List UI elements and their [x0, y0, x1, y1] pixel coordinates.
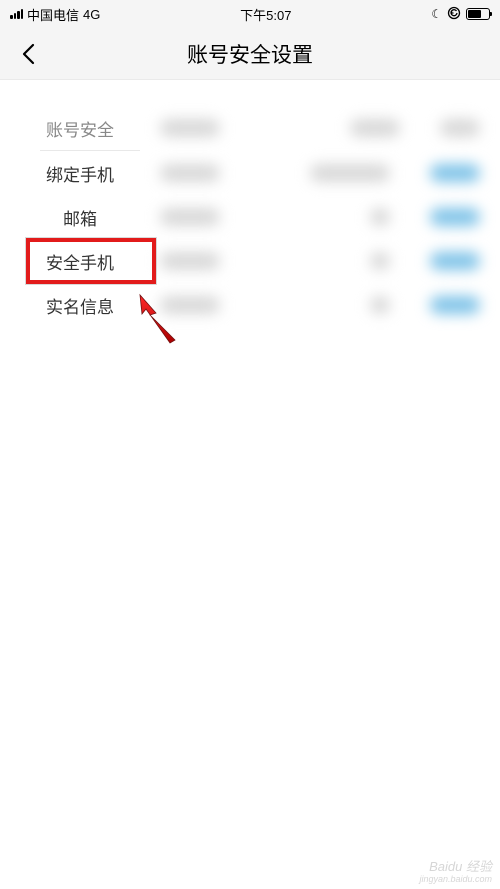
status-right: ☾ [431, 6, 490, 23]
page-title: 账号安全设置 [0, 39, 500, 69]
back-button[interactable] [8, 34, 48, 74]
watermark: Baidu 经验 jingyan.baidu.com [419, 859, 492, 885]
row-email[interactable]: 邮箱 [0, 195, 500, 239]
row-realname[interactable]: 实名信息 [0, 283, 500, 327]
nav-bar: 账号安全设置 [0, 28, 500, 80]
row-label: 账号安全 [0, 116, 160, 141]
rotation-lock-icon [447, 6, 461, 23]
watermark-main: Baidu 经验 [429, 859, 492, 874]
row-label: 安全手机 [0, 249, 160, 274]
status-time: 下午5:07 [240, 5, 291, 24]
signal-icon [10, 9, 23, 19]
row-value-blurred [160, 296, 500, 314]
row-value-blurred [160, 252, 500, 270]
settings-list: 账号安全 绑定手机 邮箱 安全手机 实名信息 [0, 80, 500, 327]
status-bar: 中国电信 4G 下午5:07 ☾ [0, 0, 500, 28]
row-label: 邮箱 [0, 205, 160, 230]
row-value-blurred [160, 119, 500, 137]
network-label: 4G [83, 7, 100, 22]
chevron-left-icon [21, 43, 35, 65]
row-value-blurred [160, 208, 500, 226]
battery-icon [466, 8, 490, 20]
row-security-phone[interactable]: 安全手机 [0, 239, 500, 283]
watermark-sub: jingyan.baidu.com [419, 874, 492, 885]
row-value-blurred [160, 164, 500, 182]
do-not-disturb-icon: ☾ [431, 7, 442, 21]
carrier-label: 中国电信 [27, 5, 79, 24]
status-left: 中国电信 4G [10, 5, 100, 24]
row-bind-phone[interactable]: 绑定手机 [0, 151, 500, 195]
row-label: 实名信息 [0, 293, 160, 318]
row-account-security[interactable]: 账号安全 [0, 106, 500, 150]
row-label: 绑定手机 [0, 161, 160, 186]
